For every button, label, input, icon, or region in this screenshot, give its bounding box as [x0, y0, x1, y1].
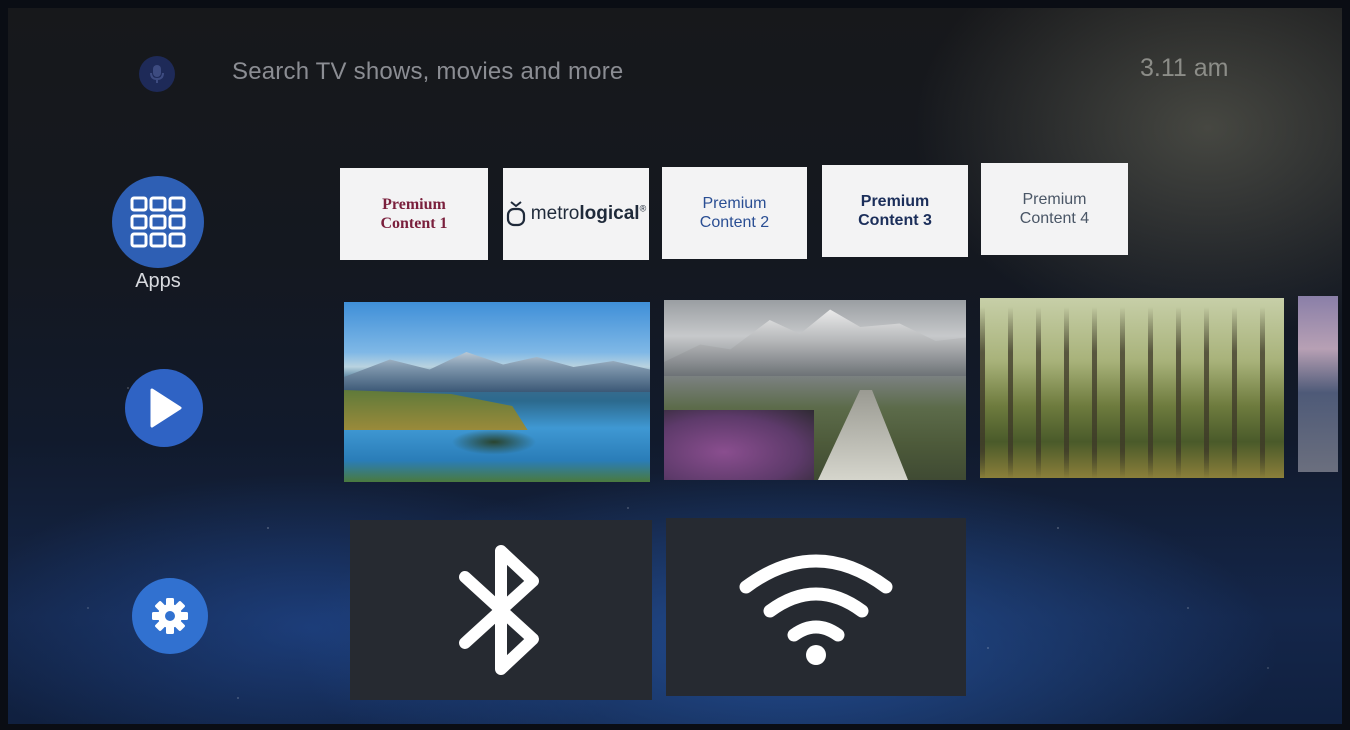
grid-icon — [130, 196, 186, 248]
metrological-text-light: metro — [530, 203, 580, 224]
card-label-line1: Premium — [860, 193, 930, 210]
premium-content-4-card[interactable]: Premium Content 4 — [981, 163, 1128, 255]
metrological-icon — [506, 201, 525, 227]
card-label-line2: Content 4 — [1019, 210, 1090, 227]
card-label-line2: Content 2 — [699, 214, 770, 231]
card-label-line2: Content 3 — [858, 212, 932, 229]
search-input[interactable]: Search TV shows, movies and more — [232, 58, 623, 86]
metrological-sup: ® — [639, 203, 647, 214]
premium-content-3-card[interactable]: Premium Content 3 — [822, 165, 968, 257]
gear-icon — [152, 598, 188, 634]
image-tile-lake[interactable] — [344, 302, 650, 482]
card-label-line2: Content 1 — [380, 215, 448, 232]
apps-label: Apps — [135, 270, 181, 292]
clock: 3.11 am — [1140, 54, 1229, 82]
image-tile-forest[interactable] — [980, 298, 1284, 478]
apps-button[interactable] — [112, 176, 204, 268]
card-label-line1: Premium — [382, 196, 446, 213]
image-tile-mountain-path[interactable] — [664, 300, 966, 480]
bluetooth-icon — [459, 545, 539, 675]
card-label-line1: Premium — [702, 195, 767, 212]
premium-content-2-card[interactable]: Premium Content 2 — [662, 167, 807, 259]
metrological-text-bold: logical — [579, 203, 640, 224]
image-tile-partial[interactable] — [1298, 296, 1338, 472]
microphone-icon[interactable] — [139, 56, 175, 92]
wifi-tile[interactable] — [666, 518, 966, 696]
premium-content-1-card[interactable]: Premium Content 1 — [340, 168, 488, 260]
settings-button[interactable] — [132, 578, 208, 654]
play-icon — [150, 388, 182, 428]
bluetooth-tile[interactable] — [350, 520, 652, 700]
metrological-card[interactable]: metrological® — [503, 168, 649, 260]
card-label-line1: Premium — [1022, 191, 1087, 208]
play-button[interactable] — [125, 369, 203, 447]
wifi-icon — [739, 554, 893, 665]
metrological-logo: metrological® — [506, 201, 646, 227]
